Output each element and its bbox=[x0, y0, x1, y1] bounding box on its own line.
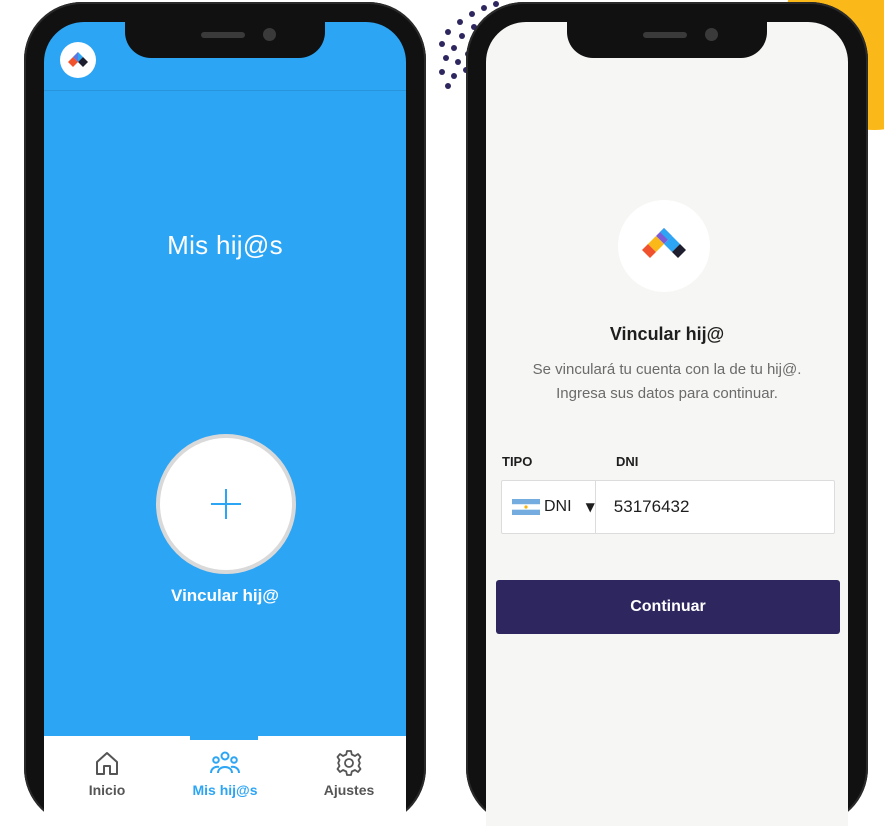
continue-button[interactable]: Continuar bbox=[496, 580, 840, 634]
app-logo-icon bbox=[618, 200, 710, 292]
tab-ajustes-label: Ajustes bbox=[323, 782, 375, 798]
plus-icon bbox=[211, 489, 241, 519]
page-title: Mis hij@s bbox=[167, 230, 283, 260]
front-camera bbox=[263, 28, 276, 41]
stage: Mis hij@s Vincular hij@ Inicio Mis hij@s… bbox=[0, 0, 884, 826]
tab-mis-hijos-label: Mis hij@s bbox=[192, 782, 258, 798]
phone-notch bbox=[125, 20, 325, 58]
description-line-2: Ingresa sus datos para continuar. bbox=[556, 385, 778, 402]
kids-screen: Mis hij@s Vincular hij@ Inicio Mis hij@s… bbox=[44, 22, 406, 826]
link-child-button[interactable] bbox=[156, 434, 296, 574]
link-child-screen: Vincular hij@ Se vinculará tu cuenta con… bbox=[486, 22, 848, 826]
document-number-label: DNI bbox=[616, 454, 639, 469]
tab-inicio-label: Inicio bbox=[88, 782, 126, 798]
front-camera bbox=[705, 28, 718, 41]
description-line-1: Se vinculará tu cuenta con la de tu hij@… bbox=[532, 361, 802, 378]
gear-icon bbox=[336, 750, 362, 776]
active-tab-indicator bbox=[190, 736, 258, 740]
tab-ajustes[interactable]: Ajustes bbox=[294, 748, 404, 808]
document-number-input[interactable] bbox=[595, 481, 837, 533]
tab-mis-hijos[interactable]: Mis hij@s bbox=[170, 748, 280, 808]
document-type-label: TIPO bbox=[502, 454, 533, 469]
argentina-flag-icon bbox=[512, 499, 540, 515]
left-phone-frame: Mis hij@s Vincular hij@ Inicio Mis hij@s… bbox=[24, 2, 426, 826]
right-phone-frame: Vincular hij@ Se vinculará tu cuenta con… bbox=[466, 2, 868, 826]
document-type-select[interactable]: DNI ▼ bbox=[502, 481, 596, 533]
bottom-tab-bar: Inicio Mis hij@s Ajustes bbox=[44, 736, 406, 826]
app-logo-icon[interactable] bbox=[60, 42, 96, 78]
dropdown-caret-icon: ▼ bbox=[585, 500, 595, 514]
speaker-grille bbox=[201, 32, 245, 38]
document-type-value: DNI bbox=[544, 498, 572, 515]
tab-inicio[interactable]: Inicio bbox=[52, 748, 162, 808]
home-icon bbox=[96, 752, 118, 775]
speaker-grille bbox=[643, 32, 687, 38]
screen-description: Se vinculará tu cuenta con la de tu hij@… bbox=[486, 358, 848, 406]
people-icon bbox=[210, 751, 240, 774]
document-form-row: DNI ▼ bbox=[501, 480, 837, 534]
phone-notch bbox=[567, 20, 767, 58]
link-child-label[interactable]: Vincular hij@ bbox=[44, 586, 406, 606]
screen-title: Vincular hij@ bbox=[609, 324, 725, 344]
